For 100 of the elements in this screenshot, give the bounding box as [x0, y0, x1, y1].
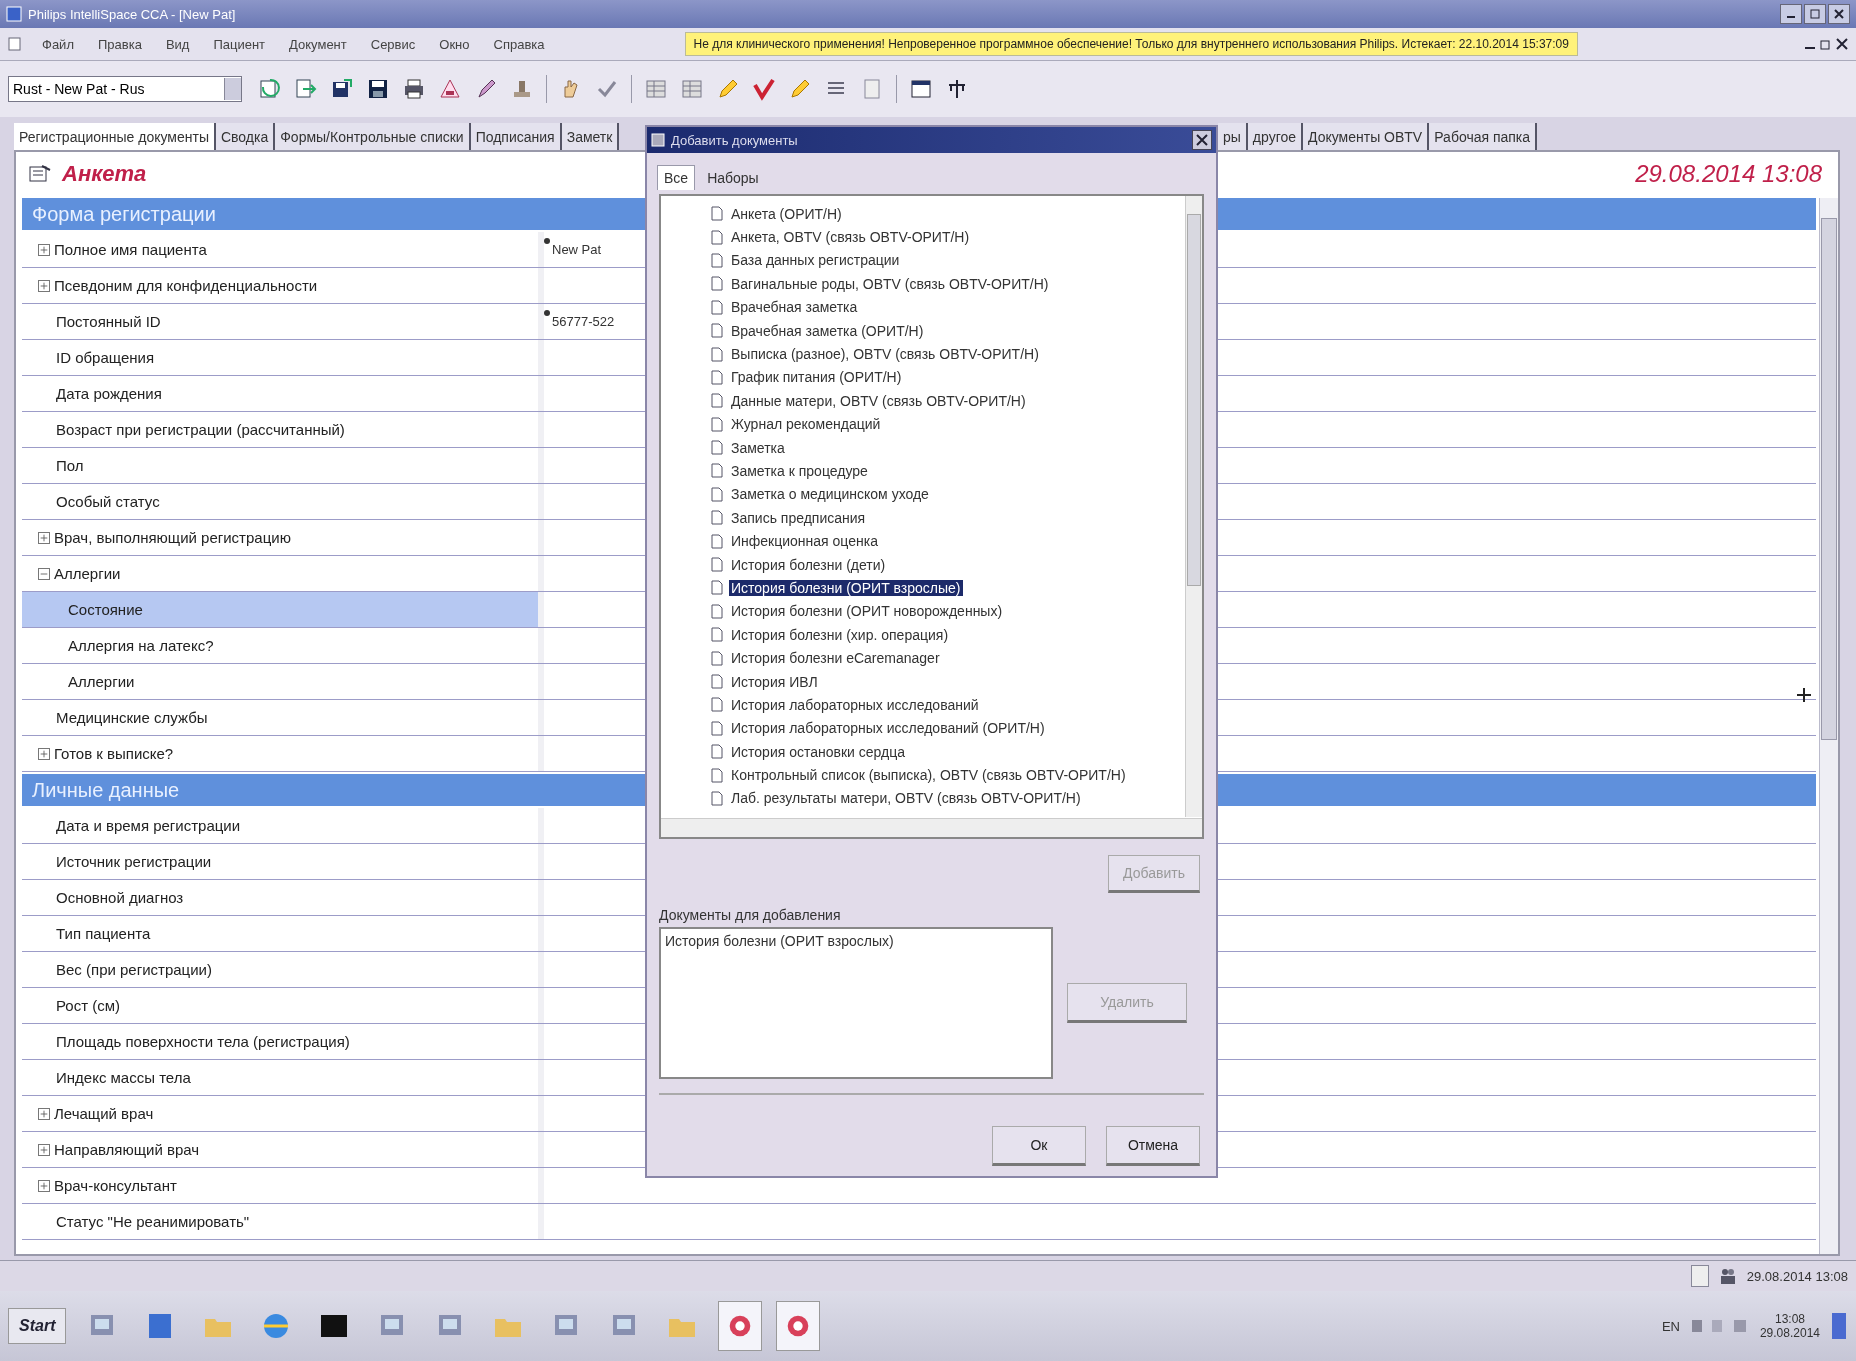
menu-item[interactable]: Вид	[161, 34, 194, 54]
scrollbar[interactable]	[1819, 198, 1838, 1254]
list-item[interactable]: Инфекционная оценка	[729, 533, 880, 550]
list-item[interactable]: История болезни (ОРИТ новорожденных)	[729, 603, 1005, 620]
form-row[interactable]: Готов к выписке?	[22, 736, 538, 771]
cancel-button[interactable]: Отмена	[1106, 1126, 1200, 1166]
value-cell[interactable]: New Pat	[538, 232, 634, 267]
patient-select[interactable]: Rust - New Pat - Rus	[8, 76, 242, 102]
list-item[interactable]: История болезни (ОРИТ взрослых)	[665, 933, 1047, 949]
minimize-icon[interactable]	[1780, 4, 1802, 24]
tab[interactable]: Сводка	[215, 123, 276, 151]
list-item[interactable]: Анкета (ОРИТ/Н)	[729, 205, 844, 222]
ok-button[interactable]: Ок	[992, 1126, 1086, 1166]
list-item[interactable]: Заметка о медицинском уходе	[729, 486, 931, 503]
close-icon[interactable]	[1828, 4, 1850, 24]
form-row[interactable]: Пол	[22, 448, 538, 483]
tab[interactable]: Наборы	[701, 165, 765, 190]
list-item[interactable]: База данных регистрации	[729, 252, 902, 269]
close-icon[interactable]	[1836, 38, 1848, 50]
list-item[interactable]: Заметка	[729, 439, 787, 456]
list-item[interactable]: Врачебная заметка (ОРИТ/Н)	[729, 322, 926, 339]
form-row[interactable]: Аллергии	[22, 556, 538, 591]
tab[interactable]: Формы/Контрольные списки	[275, 123, 471, 151]
maximize-icon[interactable]	[1804, 4, 1826, 24]
form-row[interactable]: Дата рождения	[22, 376, 538, 411]
list-item[interactable]: История болезни (дети)	[729, 556, 888, 573]
form-row[interactable]: Вес (при регистрации)	[22, 952, 538, 987]
expand-icon[interactable]	[38, 279, 50, 292]
expand-icon[interactable]	[38, 531, 50, 544]
start-button[interactable]: Start	[8, 1308, 67, 1344]
list-item[interactable]: Выписка (разное), OBTV (связь OBTV-ОРИТ/Н)	[729, 346, 1041, 363]
form-row[interactable]: Тип пациента	[22, 916, 538, 951]
form-row[interactable]: ID обращения	[22, 340, 538, 375]
menu-item[interactable]: Справка	[489, 34, 549, 54]
list-item[interactable]: История болезни eCaremanager	[729, 650, 942, 667]
collapse-icon[interactable]	[38, 567, 50, 580]
form-row[interactable]: Медицинские службы	[22, 700, 538, 735]
form-row[interactable]: Дата и время регистрации	[22, 808, 538, 843]
tab[interactable]: другое	[1247, 123, 1304, 151]
list-item[interactable]: Журнал рекомендаций	[729, 416, 883, 433]
field-label: Вес (при регистрации)	[56, 961, 212, 978]
expand-icon[interactable]	[38, 1179, 50, 1192]
value-cell[interactable]: 56777-522	[538, 304, 634, 339]
tab[interactable]: Документы OBTV	[1303, 123, 1430, 151]
list-item[interactable]: Анкета, OBTV (связь OBTV-ОРИТ/Н)	[729, 229, 972, 246]
form-row[interactable]: Направляющий врач	[22, 1132, 538, 1167]
tab[interactable]: Все	[657, 165, 696, 190]
list-item[interactable]: История болезни (ОРИТ взрослые)	[729, 579, 963, 596]
form-row[interactable]: Полное имя пациента	[22, 232, 538, 267]
form-row[interactable]: Аллергия на латекс?	[22, 628, 538, 663]
list-item[interactable]: История лабораторных исследований (ОРИТ/Н)	[729, 720, 1047, 737]
form-row[interactable]: Врач-консультант	[22, 1168, 538, 1203]
form-row[interactable]: Индекс массы тела	[22, 1060, 538, 1095]
list-item[interactable]: Запись предписания	[729, 509, 868, 526]
form-row[interactable]: Особый статус	[22, 484, 538, 519]
form-row[interactable]: Псевдоним для конфиденциальности	[22, 268, 538, 303]
tab[interactable]: ры	[1218, 123, 1248, 151]
form-row[interactable]: Возраст при регистрации (рассчитанный)	[22, 412, 538, 447]
form-row[interactable]: Основной диагноз	[22, 880, 538, 915]
dropdown-button[interactable]	[1690, 1265, 1709, 1287]
form-row[interactable]: Статус "Не реанимировать"	[22, 1204, 538, 1239]
plus-icon[interactable]	[1796, 687, 1812, 703]
list-item[interactable]: История ИВЛ	[729, 673, 820, 690]
form-row[interactable]: Состояние	[22, 592, 538, 627]
form-row[interactable]: Рост (см)	[22, 988, 538, 1023]
form-row[interactable]: Постоянный ID	[22, 304, 538, 339]
tab[interactable]: Регистрационные документы	[14, 123, 216, 151]
menu-item[interactable]: Файл	[38, 34, 78, 54]
form-row[interactable]: Площадь поверхности тела (регистрация)	[22, 1024, 538, 1059]
form-row[interactable]: Аллергии	[22, 664, 538, 699]
tab[interactable]: Подписания	[470, 123, 562, 151]
expand-icon[interactable]	[38, 747, 50, 760]
list-item[interactable]: История остановки сердца	[729, 743, 908, 760]
list-item[interactable]: Врачебная заметка	[729, 299, 860, 316]
list-item[interactable]: История лабораторных исследований	[729, 696, 981, 713]
form-row[interactable]: Врач, выполняющий регистрацию	[22, 520, 538, 555]
expand-icon[interactable]	[38, 1107, 50, 1120]
list-item[interactable]: Заметка к процедуре	[729, 463, 870, 479]
tab[interactable]: Заметк	[561, 123, 620, 151]
expand-icon[interactable]	[38, 243, 50, 256]
close-icon[interactable]	[1192, 130, 1212, 150]
language-indicator[interactable]: EN	[1661, 1318, 1680, 1334]
expand-icon[interactable]	[38, 1143, 50, 1156]
list-item[interactable]: Вагинальные роды, OBTV (связь OBTV-ОРИТ/Н)	[729, 275, 1051, 292]
show-desktop-icon[interactable]	[1830, 1311, 1848, 1341]
form-row[interactable]: Источник регистрации	[22, 844, 538, 879]
menu-item[interactable]: Окно	[435, 34, 474, 54]
scrollbar[interactable]	[1185, 196, 1202, 817]
menu-item[interactable]: Сервис	[366, 34, 420, 54]
list-item[interactable]: Данные матери, OBTV (связь OBTV-ОРИТ/Н)	[729, 392, 1028, 409]
form-row[interactable]: Лечащий врач	[22, 1096, 538, 1131]
list-item[interactable]: История болезни (хир. операция)	[729, 626, 951, 643]
scrollbar[interactable]	[661, 818, 1202, 837]
menu-item[interactable]: Правка	[93, 34, 146, 54]
menu-item[interactable]: Документ	[285, 34, 351, 54]
tab[interactable]: Рабочая папка	[1429, 123, 1538, 151]
list-item[interactable]: График питания (ОРИТ/Н)	[729, 369, 904, 386]
restore-icon[interactable]	[1820, 38, 1832, 50]
list-item[interactable]: Лаб. результаты матери, OBTV (связь OBTV-ОРИТ/Н)	[729, 790, 1083, 807]
menu-item[interactable]: Пациент	[209, 34, 270, 54]
